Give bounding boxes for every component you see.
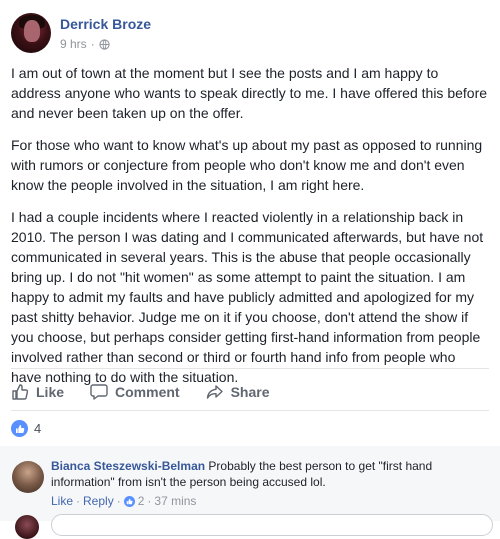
comment-like-count[interactable]: 2 xyxy=(138,494,145,508)
globe-icon[interactable] xyxy=(99,38,110,50)
divider xyxy=(11,368,489,369)
comment-time[interactable]: 37 mins xyxy=(154,494,196,508)
post-meta: 9 hrs · xyxy=(60,37,110,51)
comment-dot: · xyxy=(147,494,152,508)
thumbs-up-icon xyxy=(12,384,29,400)
viewer-avatar xyxy=(15,515,39,539)
thumbs-up-icon xyxy=(123,495,135,507)
comment-icon xyxy=(90,384,108,400)
meta-separator: · xyxy=(90,37,95,51)
like-button[interactable]: Like xyxy=(11,383,64,401)
like-label: Like xyxy=(36,384,65,400)
comment-button[interactable]: Comment xyxy=(90,383,180,401)
post-body: I am out of town at the moment but I see… xyxy=(11,63,489,399)
comment-reply-link[interactable]: Reply xyxy=(83,494,114,508)
share-button[interactable]: Share xyxy=(206,383,270,401)
reaction-summary[interactable]: 4 xyxy=(11,420,41,437)
comment-like-link[interactable]: Like xyxy=(51,494,73,508)
post-paragraph: I am out of town at the moment but I see… xyxy=(11,65,488,121)
divider xyxy=(11,410,489,411)
author-name[interactable]: Derrick Broze xyxy=(60,16,151,32)
post-time[interactable]: 9 hrs xyxy=(60,37,87,51)
reaction-count: 4 xyxy=(34,421,42,436)
author-avatar[interactable] xyxy=(11,13,51,53)
share-label: Share xyxy=(230,384,270,400)
comment-text: Bianca Steszewski-Belman Probably the be… xyxy=(51,458,491,490)
post-actions: Like Comment Share xyxy=(11,377,489,407)
facebook-post: Derrick Broze 9 hrs · I am out of town a… xyxy=(0,0,500,539)
reply-input[interactable] xyxy=(51,514,493,536)
comment-label: Comment xyxy=(115,384,180,400)
share-icon xyxy=(206,385,223,399)
comment-dot: · xyxy=(116,494,121,508)
post-paragraph: For those who want to know what's up abo… xyxy=(11,137,483,193)
commenter-name[interactable]: Bianca Steszewski-Belman xyxy=(51,459,205,473)
post-paragraph: I had a couple incidents where I reacted… xyxy=(11,209,484,385)
commenter-avatar[interactable] xyxy=(12,461,44,493)
comment-dot: · xyxy=(76,494,81,508)
thumbs-up-icon xyxy=(11,420,28,437)
comment-actions: Like · Reply · 2 · 37 mins xyxy=(51,494,196,508)
